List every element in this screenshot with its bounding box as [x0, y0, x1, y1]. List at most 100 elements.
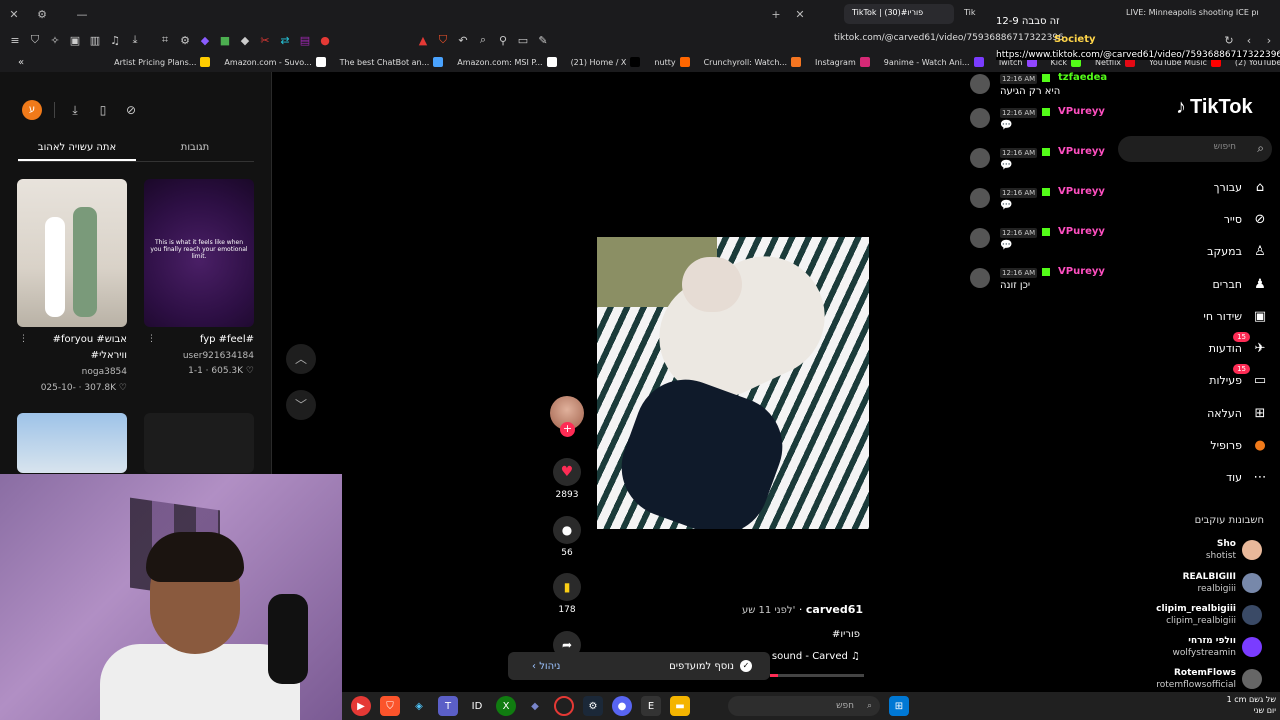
avatar[interactable] [1242, 637, 1262, 657]
chat-username[interactable]: tzfaedea [1058, 72, 1107, 83]
nav-item-more[interactable]: עוד ⋯ [1150, 467, 1268, 487]
bookmark-item[interactable]: Amazon.com - Suvo... [224, 57, 326, 67]
brave-shield-icon[interactable]: ⛉ [434, 31, 452, 49]
search-icon[interactable]: ⌕ [1257, 141, 1264, 156]
chat-username[interactable]: VPureyy [1058, 266, 1105, 277]
minimize-icon[interactable]: — [68, 8, 96, 21]
chat-username[interactable]: VPureyy [1058, 226, 1105, 237]
avatar[interactable]: + [550, 396, 584, 437]
avatar[interactable] [970, 228, 990, 248]
avatar[interactable] [970, 148, 990, 168]
music-icon[interactable]: ♫ [106, 31, 124, 49]
share-icon[interactable]: ⊘ [123, 102, 139, 118]
author-username[interactable]: carved61 [806, 603, 863, 616]
alert-icon[interactable]: ▲ [414, 31, 432, 49]
bookmark-item[interactable]: (21) Home / X [571, 57, 641, 67]
heart-icon[interactable]: ♥ [553, 458, 581, 486]
bookmark-item[interactable]: nutty [654, 57, 690, 67]
video-thumbnail[interactable] [144, 413, 254, 473]
toast-manage-link[interactable]: ‹ ניהול [532, 661, 560, 672]
nav-item-message[interactable]: הודעות ✈ 15 [1150, 332, 1268, 358]
taskbar-search[interactable]: חפש ⌕ [728, 696, 880, 716]
avatar[interactable] [1242, 605, 1262, 625]
nav-item-home[interactable]: עבורך ⌂ [1150, 177, 1268, 197]
forward-icon[interactable]: › [1260, 31, 1278, 49]
nav-item-user-follow[interactable]: במעקב ♙ [1150, 241, 1268, 261]
avatar[interactable] [1242, 540, 1262, 560]
nav-item-upload[interactable]: העלאה ⊞ [1150, 403, 1268, 423]
undo-icon[interactable]: ↶ [454, 31, 472, 49]
following-account[interactable]: וולפי מזרחי wolfystreamin [1140, 635, 1262, 659]
settings-icon[interactable]: ⚙ [28, 8, 56, 21]
tab-close-icon[interactable]: ✕ [786, 8, 814, 21]
creator-avatar[interactable]: + [548, 396, 586, 437]
bookmark-icon[interactable]: ▮ [553, 573, 581, 601]
video-progress[interactable] [770, 674, 864, 677]
avatar[interactable]: ע [22, 100, 42, 120]
app-icon[interactable]: ◈ [409, 696, 429, 716]
app-icon[interactable]: ◆ [525, 696, 545, 716]
follow-plus-icon[interactable]: + [560, 422, 575, 437]
video-sound[interactable]: sound - Carved ♫ [768, 651, 860, 662]
extension-icon[interactable]: ✂ [256, 31, 274, 49]
video-player[interactable] [597, 237, 869, 529]
card-user[interactable]: user921634184 [144, 351, 254, 361]
brave-icon[interactable]: ⛉ [380, 696, 400, 716]
avatar[interactable] [1242, 573, 1262, 593]
save-button[interactable]: ▮ 178 [548, 573, 586, 615]
back-icon[interactable]: ‹ [1240, 31, 1258, 49]
puzzle-icon[interactable]: ✧ [46, 31, 64, 49]
nav-item-live[interactable]: שידור חי ▣ [1150, 306, 1268, 326]
more-icon[interactable]: ⋮ [18, 334, 28, 344]
nav-item-compass[interactable]: סייר ⊘ [1150, 209, 1268, 229]
teams-icon[interactable]: T [438, 696, 458, 716]
avatar[interactable] [1242, 669, 1262, 689]
chrome-icon[interactable] [554, 696, 574, 716]
tab-tiktok[interactable]: TikTok | פוריו#(30) [844, 4, 954, 24]
folder-icon[interactable]: ▬ [670, 696, 690, 716]
chat-username[interactable]: VPureyy [1058, 146, 1105, 157]
search-input[interactable]: חיפוש ⌕ [1118, 136, 1272, 162]
tab-you-may-like[interactable]: אתה עשויה לאהוב [18, 138, 136, 161]
tab-live-news[interactable]: LIVE: Minneapolis shooting ICE prote [1118, 4, 1258, 24]
avatar[interactable] [970, 74, 990, 94]
video-thumbnail[interactable] [17, 179, 127, 327]
extension-icon[interactable]: ◆ [196, 31, 214, 49]
bookmark-item[interactable]: Instagram [815, 57, 870, 67]
reload-icon[interactable]: ↻ [1220, 31, 1238, 49]
steam-icon[interactable]: ⚙ [583, 696, 603, 716]
following-account[interactable]: RotemFlows rotemflowsofficial [1140, 667, 1262, 691]
bookmark-item[interactable]: The best ChatBot an... [340, 57, 444, 67]
phone-icon[interactable]: ▯ [95, 102, 111, 118]
bookmark-item[interactable]: Amazon.com: MSI P... [457, 57, 557, 67]
card-title[interactable]: fyp #feel# [144, 334, 254, 345]
menu-icon[interactable]: ≡ [6, 31, 24, 49]
download-icon[interactable]: ⤓ [126, 31, 144, 49]
screenshot-icon[interactable]: ⌗ [156, 31, 174, 49]
nav-item-activity[interactable]: פעילות ▭ 15 [1150, 364, 1268, 390]
epic-icon[interactable]: E [641, 696, 661, 716]
previous-video-button[interactable]: ︿ [286, 344, 316, 374]
id-icon[interactable]: ID [467, 696, 487, 716]
extension-icon[interactable]: ⇄ [276, 31, 294, 49]
tab-comments[interactable]: תגובות [136, 138, 254, 161]
discord-icon[interactable]: ● [612, 696, 632, 716]
nav-item-profile[interactable]: פרופיל ● [1150, 435, 1268, 455]
zoom-icon[interactable]: ⌕ [474, 31, 492, 49]
following-account[interactable]: clipim_realbigiii clipim_realbigiii [1140, 603, 1262, 627]
more-icon[interactable]: ⋮ [146, 334, 156, 344]
card-user[interactable]: noga3854 [17, 367, 127, 377]
sidebar-icon[interactable]: ▥ [86, 31, 104, 49]
sidebar-toggle-icon[interactable]: « [18, 57, 24, 68]
comment-icon[interactable]: ● [553, 516, 581, 544]
video-thumbnail[interactable] [17, 413, 127, 473]
nav-item-friends[interactable]: חברים ♟ [1150, 274, 1268, 294]
shield-icon[interactable]: ⛉ [26, 31, 44, 49]
download-icon[interactable]: ⤓ [67, 102, 83, 118]
avatar[interactable] [970, 108, 990, 128]
bookmark-item[interactable]: Crunchyroll: Watch... [704, 57, 802, 67]
video-author[interactable]: לפני 11 שע' · carved61 [742, 603, 863, 616]
video-hashtag[interactable]: #פוריו [760, 629, 860, 640]
comment-button[interactable]: ● 56 [548, 516, 586, 558]
extension-icon[interactable]: ● [316, 31, 334, 49]
